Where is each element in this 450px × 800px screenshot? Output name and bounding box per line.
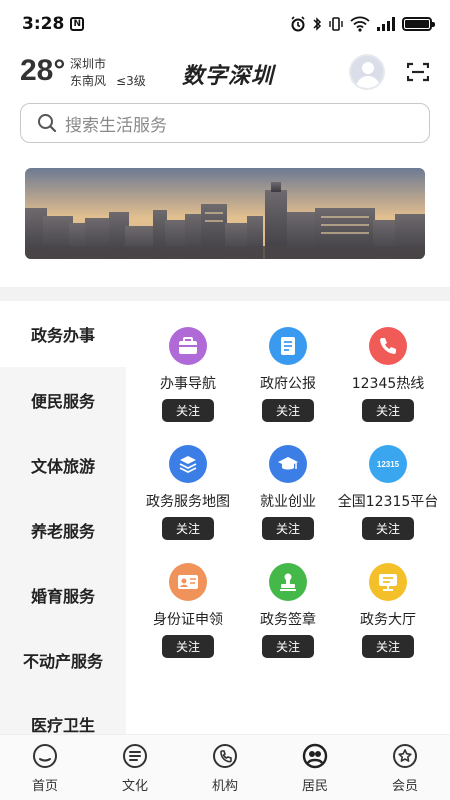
- category-item-marriage-birth[interactable]: 婚育服务: [0, 562, 126, 628]
- service-item[interactable]: 办事导航 关注: [133, 301, 243, 422]
- nav-label: 文化: [121, 779, 148, 794]
- temperature: 28°: [20, 54, 66, 87]
- service-grid: 办事导航 关注 政府公报 关注 12345热线 关注 政务服务地图 关注 就业创…: [126, 301, 450, 734]
- category-sidebar: 政务办事 便民服务 文体旅游 养老服务 婚育服务 不动产服务 医疗卫生: [0, 301, 126, 734]
- category-item-elderly-care[interactable]: 养老服务: [0, 497, 126, 563]
- category-item-convenience[interactable]: 便民服务: [0, 367, 126, 433]
- app-title: 数字深圳: [182, 63, 275, 89]
- culture-icon: [123, 744, 147, 768]
- layers-icon: [169, 445, 207, 483]
- resident-icon: [302, 743, 328, 769]
- nfc-icon: N: [70, 17, 85, 31]
- section-divider: [0, 287, 450, 301]
- alarm-icon: [291, 16, 305, 32]
- search-bar[interactable]: 搜索生活服务: [20, 103, 430, 143]
- service-label: 政府公报: [260, 376, 316, 392]
- city-skyline-illustration: [25, 168, 425, 259]
- nav-label: 会员: [391, 779, 418, 794]
- search-placeholder: 搜索生活服务: [65, 115, 167, 136]
- wifi-icon: [350, 16, 370, 32]
- briefcase-icon: [169, 327, 207, 365]
- service-label: 办事导航: [160, 376, 216, 392]
- nav-label: 机构: [211, 779, 238, 794]
- graduation-cap-icon: [269, 445, 307, 483]
- nav-label: 首页: [31, 779, 58, 794]
- member-icon: [393, 744, 417, 768]
- stamp-icon: [269, 563, 307, 601]
- weather-info: 深圳市 东南风 ≤3级: [70, 56, 146, 90]
- status-bar: 3:28 N: [0, 0, 450, 48]
- badge-12315-text: 12315: [376, 459, 400, 469]
- service-label: 12345热线: [351, 376, 425, 392]
- service-item[interactable]: 就业创业 关注: [233, 419, 343, 540]
- service-label: 政务服务地图: [146, 494, 230, 510]
- status-time: 3:28: [22, 14, 65, 34]
- hall-screen-icon: [369, 563, 407, 601]
- category-item-gov-affairs[interactable]: 政务办事: [0, 301, 126, 367]
- bottom-nav: 首页 文化 机构 居民 会员: [0, 734, 450, 800]
- service-label: 政务签章: [260, 612, 316, 628]
- wind-direction: 东南风: [70, 74, 107, 88]
- service-item[interactable]: 政务签章 关注: [233, 537, 343, 658]
- id-card-icon: [169, 563, 207, 601]
- category-item-culture-tourism[interactable]: 文体旅游: [0, 432, 126, 498]
- nav-label: 居民: [301, 779, 328, 794]
- scan-icon[interactable]: [407, 62, 429, 82]
- document-icon: [269, 327, 307, 365]
- service-label: 身份证申领: [153, 612, 223, 628]
- service-item[interactable]: 12345热线 关注: [333, 301, 443, 422]
- nav-item-institution[interactable]: 机构: [180, 735, 270, 800]
- service-item[interactable]: 政务大厅 关注: [333, 537, 443, 658]
- nav-item-resident[interactable]: 居民: [270, 735, 360, 800]
- wind-info: 东南风 ≤3级: [70, 73, 146, 90]
- battery-icon: [402, 17, 435, 31]
- service-item[interactable]: 政务服务地图 关注: [133, 419, 243, 540]
- service-label: 全国12315平台: [337, 494, 439, 510]
- bluetooth-icon: [313, 17, 322, 31]
- follow-button[interactable]: 关注: [362, 635, 414, 658]
- nav-item-home[interactable]: 首页: [0, 735, 90, 800]
- institution-icon: [213, 744, 237, 768]
- header: 28° 深圳市 东南风 ≤3级 数字深圳: [0, 48, 450, 100]
- vibrate-icon: [329, 17, 343, 31]
- service-item[interactable]: 身份证申领 关注: [133, 537, 243, 658]
- category-item-medical[interactable]: 医疗卫生: [0, 691, 126, 734]
- nav-item-culture[interactable]: 文化: [90, 735, 180, 800]
- service-item[interactable]: 12315 全国12315平台 关注: [333, 419, 443, 540]
- service-item[interactable]: 政府公报 关注: [233, 301, 343, 422]
- signal-icon: [377, 17, 395, 31]
- avatar[interactable]: [349, 54, 385, 90]
- wind-level: ≤3级: [116, 74, 146, 88]
- nav-item-member[interactable]: 会员: [360, 735, 450, 800]
- service-label: 就业创业: [260, 494, 316, 510]
- city-name: 深圳市: [70, 57, 107, 71]
- city-banner-image[interactable]: [25, 168, 425, 259]
- search-icon: [38, 114, 57, 133]
- home-icon: [33, 744, 57, 768]
- category-item-real-estate[interactable]: 不动产服务: [0, 627, 126, 693]
- follow-button[interactable]: 关注: [162, 635, 214, 658]
- follow-button[interactable]: 关注: [262, 635, 314, 658]
- phone-icon: [369, 327, 407, 365]
- service-label: 政务大厅: [360, 612, 416, 628]
- badge-12315-icon: 12315: [369, 445, 407, 483]
